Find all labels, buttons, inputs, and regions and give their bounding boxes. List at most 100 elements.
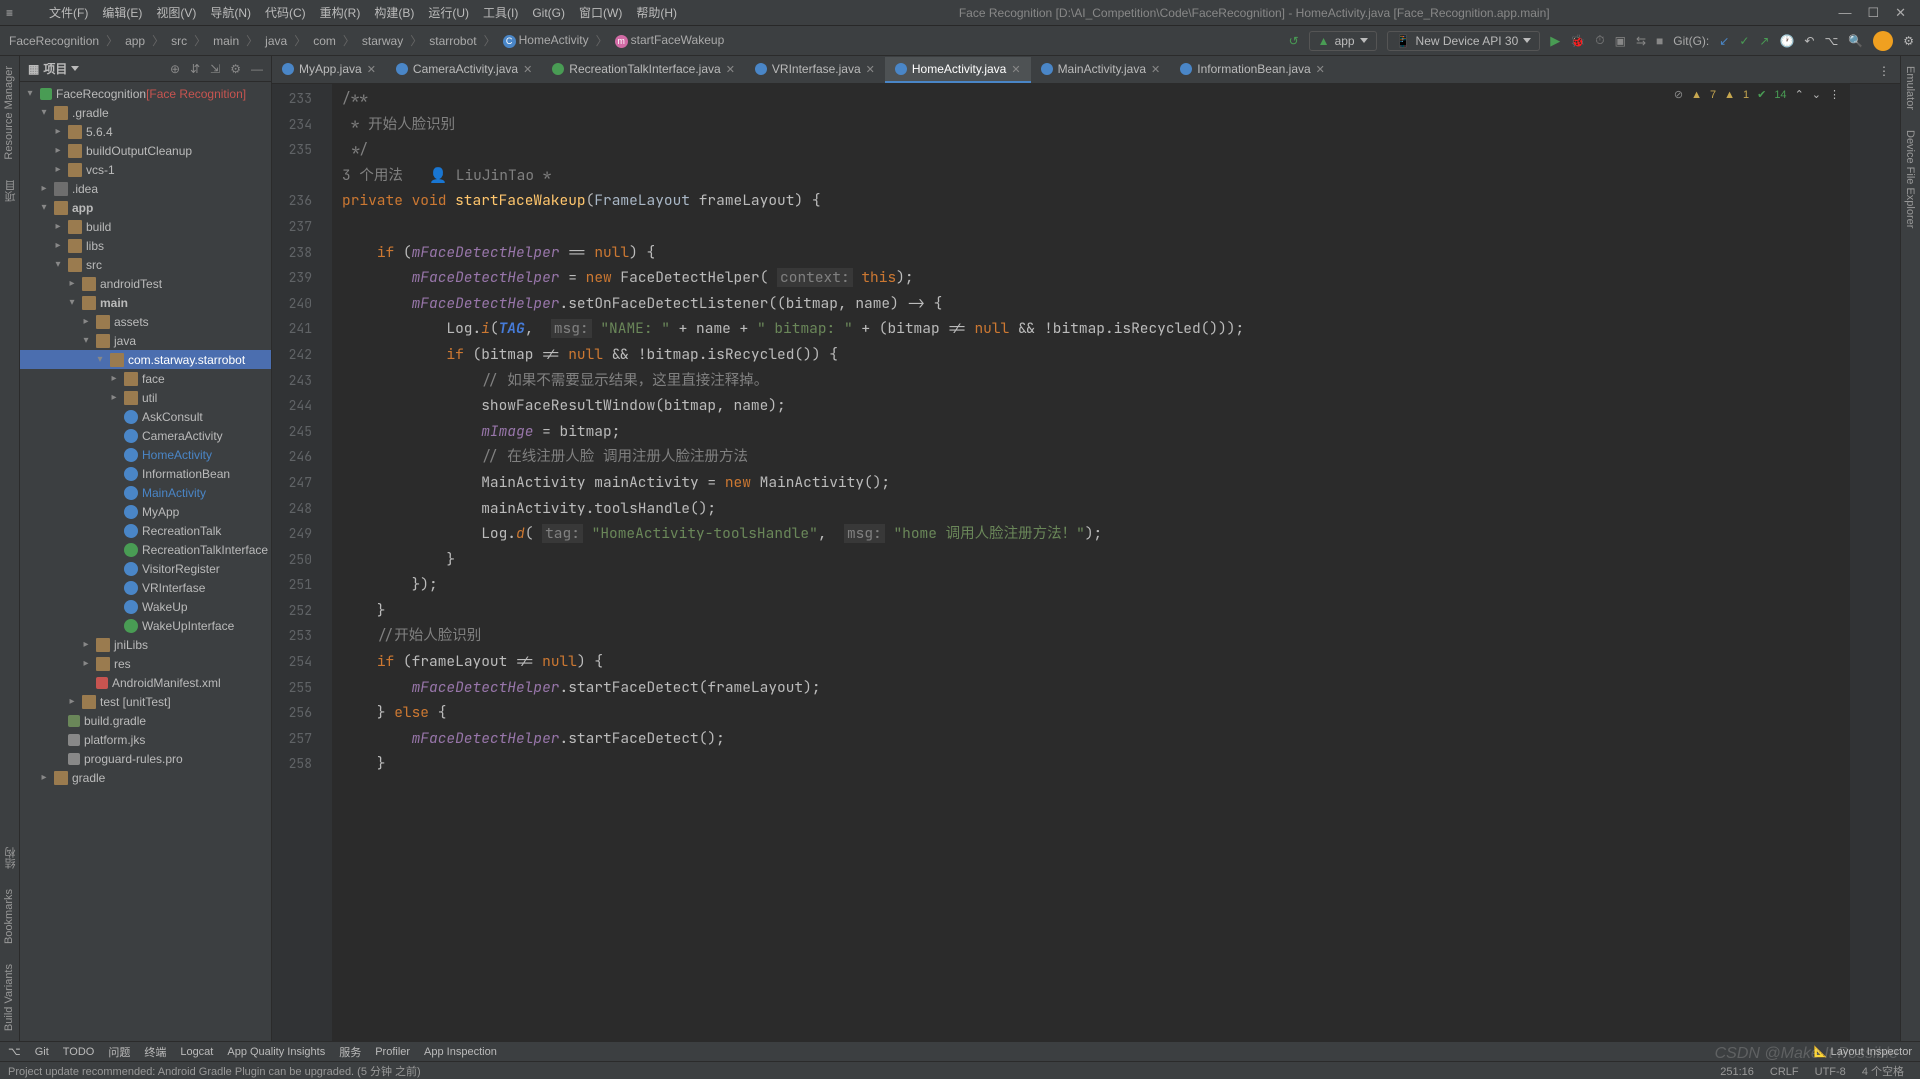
tree-row[interactable]: InformationBean — [20, 464, 271, 483]
close-icon[interactable]: ✕ — [367, 63, 376, 76]
tree-arrow-icon[interactable] — [66, 696, 78, 707]
breadcrumb-item[interactable]: starrobot — [426, 34, 479, 48]
tree-row[interactable]: face — [20, 369, 271, 388]
profile-icon[interactable]: ⏱ — [1595, 33, 1604, 48]
menu-item[interactable]: 构建(B) — [367, 0, 421, 26]
tree-arrow-icon[interactable] — [52, 145, 64, 156]
editor-tab[interactable]: VRInterfase.java✕ — [745, 57, 885, 83]
breadcrumb-item[interactable]: com — [310, 34, 339, 48]
minimize-icon[interactable]: — — [1838, 5, 1851, 21]
tree-row[interactable]: app — [20, 198, 271, 217]
bottom-tool[interactable]: 终端 — [144, 1044, 166, 1060]
tree-row[interactable]: gradle — [20, 768, 271, 787]
tree-arrow-icon[interactable] — [66, 297, 78, 308]
tree-row[interactable]: vcs-1 — [20, 160, 271, 179]
sync-icon[interactable]: ↺ — [1289, 34, 1299, 48]
up-icon[interactable]: ⌃ — [1795, 88, 1804, 101]
project-view-label[interactable]: 项目 — [43, 60, 67, 77]
status-item[interactable]: CRLF — [1762, 1066, 1807, 1078]
tree-row[interactable]: platform.jks — [20, 730, 271, 749]
status-item[interactable]: 251:16 — [1712, 1066, 1762, 1078]
sidebar-tab[interactable]: Device File Explorer — [1901, 120, 1919, 238]
tree-row[interactable]: CameraActivity — [20, 426, 271, 445]
tree-row[interactable]: WakeUpInterface — [20, 616, 271, 635]
tree-row[interactable]: MyApp — [20, 502, 271, 521]
tree-row[interactable]: test [unitTest] — [20, 692, 271, 711]
debug-icon[interactable]: 🐞 — [1570, 34, 1585, 48]
tree-row[interactable]: AskConsult — [20, 407, 271, 426]
stop-icon[interactable]: ■ — [1656, 34, 1663, 48]
tree-row[interactable]: main — [20, 293, 271, 312]
tree-arrow-icon[interactable] — [80, 335, 92, 346]
tree-arrow-icon[interactable] — [94, 354, 106, 365]
tree-row[interactable]: androidTest — [20, 274, 271, 293]
breadcrumb-item[interactable]: starway — [359, 34, 406, 48]
eye-off-icon[interactable]: ⊘ — [1674, 88, 1683, 101]
menu-item[interactable]: 代码(C) — [258, 0, 313, 26]
project-tree[interactable]: FaceRecognition [Face Recognition].gradl… — [20, 82, 271, 1041]
menu-item[interactable]: 导航(N) — [203, 0, 258, 26]
close-icon[interactable]: ✕ — [1316, 63, 1325, 76]
menu-item[interactable]: 视图(V) — [149, 0, 203, 26]
editor-tab[interactable]: MainActivity.java✕ — [1031, 57, 1171, 83]
tree-row[interactable]: .gradle — [20, 103, 271, 122]
settings-icon[interactable]: ⚙ — [230, 62, 241, 76]
bottom-tool[interactable]: Profiler — [375, 1046, 410, 1058]
tree-arrow-icon[interactable] — [38, 183, 50, 194]
bottom-tool[interactable]: 问题 — [108, 1044, 130, 1060]
device-dropdown[interactable]: 📱 New Device API 30 — [1387, 31, 1541, 51]
status-item[interactable]: UTF-8 — [1807, 1066, 1854, 1078]
breadcrumb-item[interactable]: main — [210, 34, 242, 48]
sidebar-tab[interactable]: Build Variants — [0, 954, 18, 1041]
tree-row[interactable]: libs — [20, 236, 271, 255]
close-icon[interactable]: ✕ — [523, 63, 532, 76]
user-avatar[interactable] — [1873, 31, 1893, 51]
sidebar-tab[interactable]: 项目 — [0, 170, 22, 212]
expand-icon[interactable]: ⇲ — [210, 62, 220, 76]
more-tabs-icon[interactable]: ⋮ — [1868, 59, 1900, 83]
editor-tab[interactable]: RecreationTalkInterface.java✕ — [542, 57, 745, 83]
tree-row[interactable]: WakeUp — [20, 597, 271, 616]
menu-item[interactable]: 窗口(W) — [572, 0, 629, 26]
settings-icon[interactable]: ⚙ — [1903, 34, 1914, 48]
bottom-tool[interactable]: TODO — [63, 1046, 95, 1058]
bottom-tool[interactable]: Git — [35, 1046, 49, 1058]
tree-arrow-icon[interactable] — [38, 107, 50, 118]
tree-row[interactable]: com.starway.starrobot — [20, 350, 271, 369]
menu-item[interactable]: Git(G) — [525, 0, 572, 26]
editor-tab[interactable]: InformationBean.java✕ — [1170, 57, 1335, 83]
tree-arrow-icon[interactable] — [108, 373, 120, 384]
target-icon[interactable]: ⊕ — [170, 62, 180, 76]
tree-row[interactable]: res — [20, 654, 271, 673]
tree-row[interactable]: RecreationTalk — [20, 521, 271, 540]
breadcrumb-class[interactable]: CHomeActivity — [500, 33, 592, 47]
collapse-icon[interactable]: ⇵ — [190, 62, 200, 76]
vcs-push-icon[interactable]: ↗ — [1759, 34, 1769, 48]
sidebar-tab[interactable]: 结构 — [0, 837, 22, 879]
vcs-update-icon[interactable]: ↙ — [1719, 34, 1729, 48]
editor-inspections[interactable]: ⊘ ▲7 ▲1 ✔14 ⌃ ⌄ ⋮ — [1674, 88, 1840, 101]
close-icon[interactable]: ✕ — [1895, 5, 1906, 21]
bottom-tool[interactable]: App Quality Insights — [227, 1046, 325, 1058]
tree-arrow-icon[interactable] — [52, 221, 64, 232]
close-icon[interactable]: ✕ — [1151, 63, 1160, 76]
tree-arrow-icon[interactable] — [52, 240, 64, 251]
maximize-icon[interactable]: ☐ — [1867, 5, 1879, 21]
tree-arrow-icon[interactable] — [80, 639, 92, 650]
hide-icon[interactable]: — — [251, 62, 263, 76]
minimap[interactable] — [1850, 84, 1900, 1041]
tree-arrow-icon[interactable] — [38, 772, 50, 783]
bottom-tool[interactable]: App Inspection — [424, 1046, 497, 1058]
tree-row[interactable]: 5.6.4 — [20, 122, 271, 141]
tree-row[interactable]: HomeActivity — [20, 445, 271, 464]
tree-row[interactable]: AndroidManifest.xml — [20, 673, 271, 692]
menu-item[interactable]: 重构(R) — [313, 0, 368, 26]
menu-item[interactable]: 编辑(E) — [95, 0, 149, 26]
layout-inspector-tool[interactable]: 📐 Layout Inspector — [1814, 1045, 1912, 1058]
tree-arrow-icon[interactable] — [38, 202, 50, 213]
bottom-tool[interactable]: Logcat — [180, 1046, 213, 1058]
tree-arrow-icon[interactable] — [80, 316, 92, 327]
tree-row[interactable]: RecreationTalkInterface — [20, 540, 271, 559]
menu-item[interactable]: 帮助(H) — [629, 0, 684, 26]
tree-row[interactable]: FaceRecognition [Face Recognition] — [20, 84, 271, 103]
